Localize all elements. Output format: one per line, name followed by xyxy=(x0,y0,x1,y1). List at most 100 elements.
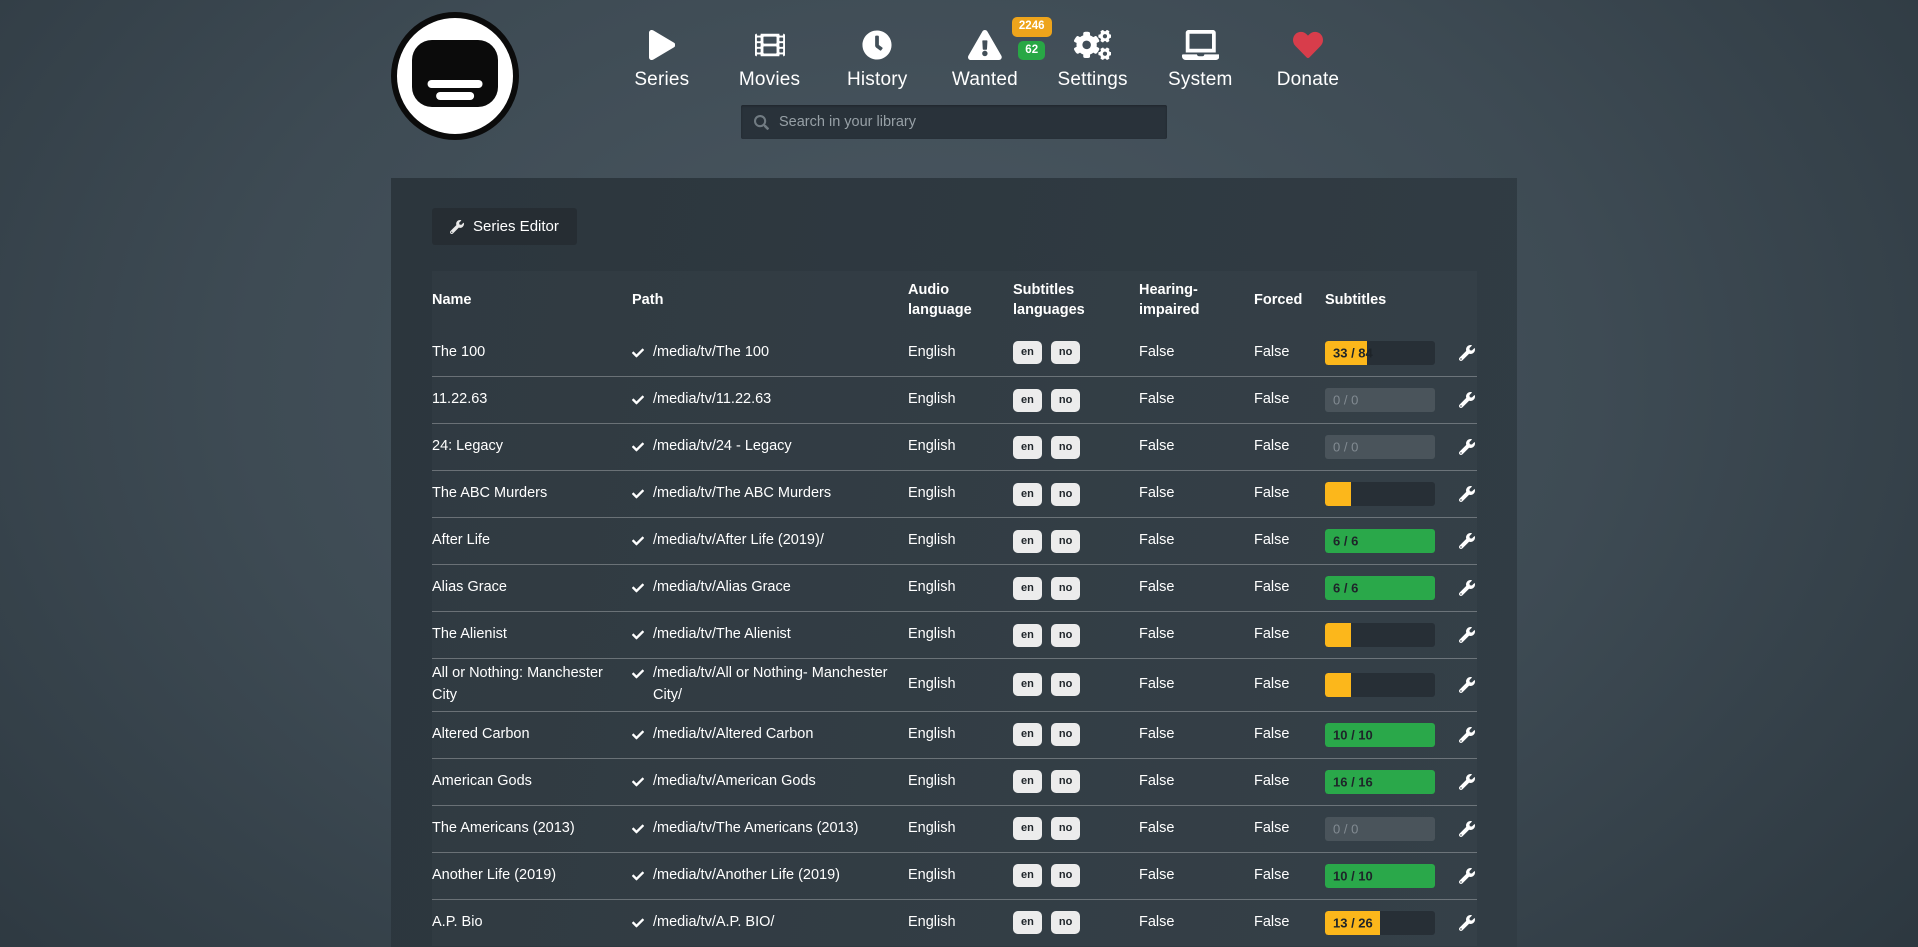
nav-item-donate[interactable]: Donate xyxy=(1254,26,1362,91)
progress-label: 33 / 84 xyxy=(1333,343,1373,363)
edit-series-button[interactable] xyxy=(1457,725,1477,745)
check-icon xyxy=(632,917,644,929)
series-name-link[interactable]: 24: Legacy xyxy=(432,436,632,458)
language-badge: en xyxy=(1013,577,1042,600)
edit-series-button[interactable] xyxy=(1457,531,1477,551)
edit-series-button[interactable] xyxy=(1457,819,1477,839)
nav-item-history[interactable]: History xyxy=(823,26,931,91)
series-name-link[interactable]: 11.22.63 xyxy=(432,389,632,411)
series-name-link[interactable]: The 100 xyxy=(432,342,632,364)
hearing-impaired-value: False xyxy=(1139,724,1254,746)
row-actions xyxy=(1454,343,1477,363)
nav-item-settings[interactable]: Settings xyxy=(1039,26,1147,91)
forced-value: False xyxy=(1254,389,1317,411)
edit-series-button[interactable] xyxy=(1457,390,1477,410)
subtitles-progress-cell: 6 / 6 xyxy=(1317,576,1454,600)
series-path: /media/tv/24 - Legacy xyxy=(632,436,908,458)
series-name-link[interactable]: Another Life (2019) xyxy=(432,865,632,887)
audio-language: English xyxy=(908,865,1013,887)
table-body: The 100/media/tv/The 100EnglishennoFalse… xyxy=(432,329,1477,946)
wrench-icon xyxy=(1459,915,1475,931)
language-badge: en xyxy=(1013,341,1042,364)
bazarr-app: Series Movies History Wanted 2246 62 xyxy=(0,0,1918,947)
language-badge: en xyxy=(1013,817,1042,840)
series-name-link[interactable]: The ABC Murders xyxy=(432,483,632,505)
language-badge: no xyxy=(1051,577,1080,600)
series-name-link[interactable]: After Life xyxy=(432,530,632,552)
language-badge: no xyxy=(1051,483,1080,506)
audio-language: English xyxy=(908,483,1013,505)
series-editor-label: Series Editor xyxy=(473,218,559,235)
subtitle-line-icon xyxy=(428,80,483,88)
path-text: /media/tv/A.P. BIO/ xyxy=(653,912,774,934)
progress-label: 0 / 0 xyxy=(1333,437,1358,457)
edit-series-button[interactable] xyxy=(1457,625,1477,645)
check-icon xyxy=(632,823,644,835)
subtitles-languages: enno xyxy=(1013,770,1139,793)
hearing-impaired-value: False xyxy=(1139,483,1254,505)
edit-series-button[interactable] xyxy=(1457,675,1477,695)
check-icon xyxy=(632,535,644,547)
edit-series-button[interactable] xyxy=(1457,913,1477,933)
edit-series-button[interactable] xyxy=(1457,866,1477,886)
path-text: /media/tv/The Americans (2013) xyxy=(653,818,859,840)
hearing-impaired-value: False xyxy=(1139,530,1254,552)
table-row: The 100/media/tv/The 100EnglishennoFalse… xyxy=(432,329,1477,376)
check-icon xyxy=(632,488,644,500)
check-icon xyxy=(632,729,644,741)
series-name-link[interactable]: A.P. Bio xyxy=(432,912,632,934)
progress-label: 6 / 6 xyxy=(1333,531,1358,551)
language-badge: en xyxy=(1013,864,1042,887)
series-name-link[interactable]: Altered Carbon xyxy=(432,724,632,746)
search-icon xyxy=(754,115,769,130)
wrench-icon xyxy=(1459,727,1475,743)
path-text: /media/tv/The Alienist xyxy=(653,624,791,646)
subtitles-languages: enno xyxy=(1013,483,1139,506)
film-icon xyxy=(755,26,785,64)
language-badge: no xyxy=(1051,723,1080,746)
edit-series-button[interactable] xyxy=(1457,578,1477,598)
row-actions xyxy=(1454,578,1477,598)
series-path: /media/tv/The Alienist xyxy=(632,624,908,646)
bazarr-logo[interactable] xyxy=(391,12,519,140)
edit-series-button[interactable] xyxy=(1457,437,1477,457)
nav-item-movies[interactable]: Movies xyxy=(716,26,824,91)
audio-language: English xyxy=(908,389,1013,411)
subtitles-languages: enno xyxy=(1013,864,1139,887)
edit-series-button[interactable] xyxy=(1457,772,1477,792)
search-input[interactable] xyxy=(779,114,1167,130)
row-actions xyxy=(1454,531,1477,551)
row-actions xyxy=(1454,772,1477,792)
play-icon xyxy=(649,26,675,64)
table-row: A.P. Bio/media/tv/A.P. BIO/EnglishennoFa… xyxy=(432,899,1477,946)
series-path: /media/tv/A.P. BIO/ xyxy=(632,912,908,934)
audio-language: English xyxy=(908,530,1013,552)
table-row: Altered Carbon/media/tv/Altered CarbonEn… xyxy=(432,711,1477,758)
nav-label: History xyxy=(847,69,908,91)
table-row: Alias Grace/media/tv/Alias GraceEnglishe… xyxy=(432,564,1477,611)
check-icon xyxy=(632,776,644,788)
series-name-link[interactable]: The Alienist xyxy=(432,624,632,646)
edit-series-button[interactable] xyxy=(1457,343,1477,363)
forced-value: False xyxy=(1254,624,1317,646)
table-row: 11.22.63/media/tv/11.22.63EnglishennoFal… xyxy=(432,376,1477,423)
nav-item-system[interactable]: System xyxy=(1146,26,1254,91)
series-name-link[interactable]: The Americans (2013) xyxy=(432,818,632,840)
subtitles-progress-cell: 10 / 10 xyxy=(1317,723,1454,747)
language-badge: en xyxy=(1013,770,1042,793)
subtitles-progress-bar xyxy=(1325,623,1435,647)
series-path: /media/tv/Another Life (2019) xyxy=(632,865,908,887)
hearing-impaired-value: False xyxy=(1139,771,1254,793)
subtitles-languages: enno xyxy=(1013,436,1139,459)
series-name-link[interactable]: All or Nothing: Manchester City xyxy=(432,663,632,707)
series-name-link[interactable]: American Gods xyxy=(432,771,632,793)
nav-item-wanted[interactable]: Wanted 2246 62 xyxy=(931,26,1039,91)
audio-language: English xyxy=(908,342,1013,364)
edit-series-button[interactable] xyxy=(1457,484,1477,504)
subtitles-progress-bar: 6 / 6 xyxy=(1325,576,1435,600)
series-editor-button[interactable]: Series Editor xyxy=(432,208,577,245)
progress-label: 0 / 0 xyxy=(1333,819,1358,839)
series-name-link[interactable]: Alias Grace xyxy=(432,577,632,599)
clock-icon xyxy=(862,26,892,64)
nav-item-series[interactable]: Series xyxy=(608,26,716,91)
